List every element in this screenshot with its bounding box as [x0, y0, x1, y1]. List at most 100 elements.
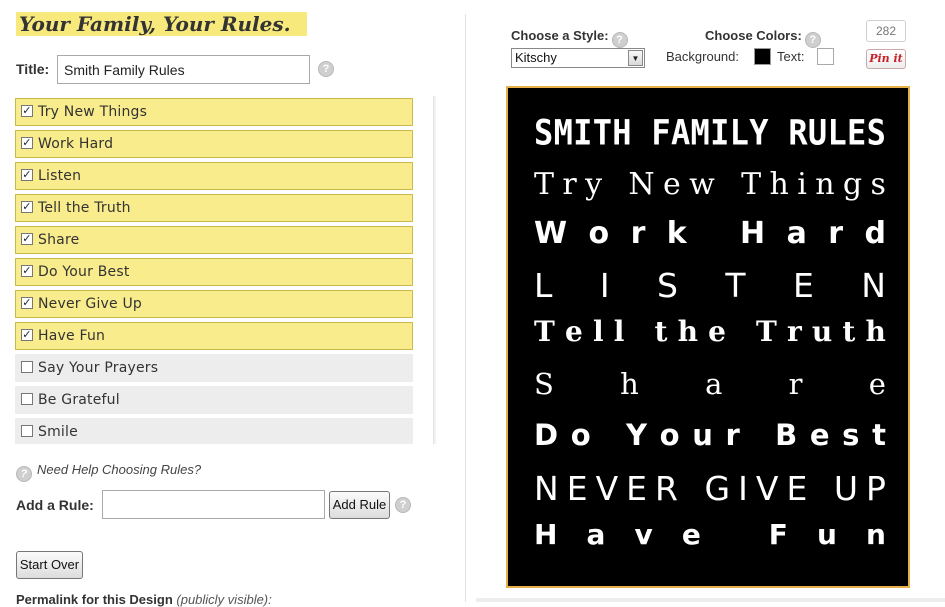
- poster-title: SMITH FAMILY RULES: [534, 115, 886, 156]
- poster-letter: T: [592, 112, 612, 154]
- poster-letter: h: [677, 315, 698, 348]
- rule-checkbox[interactable]: ✓: [21, 297, 33, 309]
- poster-letter: M: [553, 112, 573, 154]
- rule-checkbox[interactable]: ✓: [21, 137, 33, 149]
- rules-scrollbar[interactable]: ▲ ≡ ▼: [433, 96, 436, 444]
- pinterest-pin-button[interactable]: Pin it: [866, 49, 906, 69]
- rule-label: Work Hard: [38, 136, 114, 152]
- poster-preview: SMITH FAMILY RULES Try New Things Work H…: [506, 86, 910, 588]
- rule-checkbox[interactable]: [21, 425, 33, 437]
- title-input[interactable]: [57, 55, 310, 84]
- rule-item[interactable]: ✓ Try New Things: [15, 98, 413, 126]
- poster-letter: n: [865, 518, 886, 551]
- poster-letter: r: [725, 418, 740, 452]
- rule-checkbox[interactable]: ✓: [21, 329, 33, 341]
- poster-letter: H: [612, 112, 632, 154]
- poster-letter: h: [769, 167, 789, 202]
- scroll-down-arrow-icon[interactable]: ▼: [434, 430, 436, 444]
- rule-label: Share: [38, 232, 80, 248]
- poster-letter: F: [768, 518, 788, 551]
- poster-letter: k: [666, 216, 687, 251]
- poster-letter: s: [842, 418, 860, 452]
- poster-letter: I: [573, 112, 593, 154]
- poster-letter: r: [562, 167, 577, 202]
- rule-item[interactable]: ✓ Listen: [15, 162, 413, 190]
- poster-letter: [603, 421, 613, 453]
- poster-letter: N: [534, 469, 559, 508]
- rule-checkbox[interactable]: ✓: [21, 169, 33, 181]
- poster-letter: L: [729, 112, 749, 154]
- poster-rule-line: NEVER GIVE UP: [534, 472, 886, 506]
- rule-label: Do Your Best: [38, 264, 130, 280]
- rule-item[interactable]: Smile: [15, 418, 413, 444]
- poster-letter: S: [866, 112, 886, 154]
- poster-letter: H: [740, 216, 766, 251]
- style-selected-value: Kitschy: [515, 50, 557, 65]
- rule-checkbox[interactable]: ✓: [21, 105, 33, 117]
- rule-label: Never Give Up: [38, 296, 143, 312]
- add-rule-label: Add a Rule:: [16, 497, 94, 513]
- poster-letter: A: [670, 112, 691, 154]
- poster-letter: a: [786, 216, 807, 251]
- poster-letter: n: [815, 167, 835, 202]
- rule-checkbox[interactable]: ✓: [21, 233, 33, 245]
- rule-item[interactable]: Say Your Prayers: [15, 354, 413, 382]
- text-color-swatch[interactable]: [817, 48, 834, 65]
- rule-checkbox[interactable]: ✓: [21, 265, 33, 277]
- dropdown-arrow-icon[interactable]: ▼: [628, 50, 643, 66]
- poster-letter: [723, 170, 733, 202]
- poster-letter: v: [634, 518, 653, 551]
- poster-letter: M: [690, 112, 710, 154]
- title-label: Title:: [16, 61, 50, 77]
- pin-count-bubble: 282: [866, 20, 906, 42]
- add-rule-button[interactable]: Add Rule: [329, 491, 390, 519]
- rule-item[interactable]: ✓ Share: [15, 226, 413, 254]
- style-help-icon[interactable]: ?: [611, 32, 628, 48]
- poster-letter: [635, 318, 645, 350]
- permalink-text: Permalink for this Design: [16, 592, 173, 607]
- poster-letter: N: [628, 167, 655, 202]
- poster-letter: E: [566, 469, 588, 508]
- rule-item[interactable]: ✓ Have Fun: [15, 322, 413, 350]
- poster-letter: T: [725, 266, 746, 305]
- poster-letter: w: [689, 167, 715, 202]
- add-rule-help-icon[interactable]: ?: [395, 497, 411, 513]
- style-select[interactable]: Kitschy ▼: [511, 48, 645, 68]
- poster-letter: y: [585, 167, 603, 202]
- poster-rule-line: Tell the Truth: [534, 318, 886, 350]
- poster-letter: o: [588, 216, 610, 251]
- need-help-text: Need Help Choosing Rules?: [37, 462, 202, 477]
- poster-letter: I: [599, 266, 610, 305]
- poster-letter: Y: [749, 112, 769, 154]
- poster-letter: o: [659, 418, 680, 452]
- poster-letter: I: [738, 469, 748, 508]
- rule-item[interactable]: ✓ Work Hard: [15, 130, 413, 158]
- need-help-link[interactable]: ? Need Help Choosing Rules?: [16, 462, 201, 482]
- rule-item[interactable]: ✓ Tell the Truth: [15, 194, 413, 222]
- rule-checkbox[interactable]: [21, 361, 33, 373]
- poster-letter: h: [865, 315, 886, 348]
- poster-letter: [736, 318, 746, 350]
- poster-letter: S: [534, 367, 554, 401]
- poster-letter: E: [626, 469, 648, 508]
- colors-label-text: Choose Colors:: [705, 28, 802, 43]
- rule-label: Be Grateful: [38, 392, 120, 408]
- add-rule-input[interactable]: [102, 490, 325, 519]
- rule-item[interactable]: ✓ Never Give Up: [15, 290, 413, 318]
- rule-item[interactable]: Be Grateful: [15, 386, 413, 414]
- poster-letter: a: [705, 367, 723, 401]
- start-over-button[interactable]: Start Over: [16, 551, 83, 579]
- title-help-icon[interactable]: ?: [318, 61, 334, 77]
- poster-letter: s: [870, 167, 886, 202]
- rules-editor-panel: Your Family, Your Rules. Title: ? ✓ Try …: [0, 0, 465, 607]
- colors-help-icon[interactable]: ?: [804, 32, 821, 48]
- rule-checkbox[interactable]: [21, 393, 33, 405]
- permalink-label: Permalink for this Design (publicly visi…: [16, 592, 272, 607]
- rule-item[interactable]: ✓ Do Your Best: [15, 258, 413, 286]
- scroll-up-arrow-icon[interactable]: ▲: [434, 96, 436, 110]
- poster-letter: r: [786, 315, 802, 348]
- rule-checkbox[interactable]: ✓: [21, 201, 33, 213]
- background-color-swatch[interactable]: [754, 48, 771, 65]
- poster-letter: e: [868, 367, 886, 401]
- poster-letter: e: [565, 315, 583, 348]
